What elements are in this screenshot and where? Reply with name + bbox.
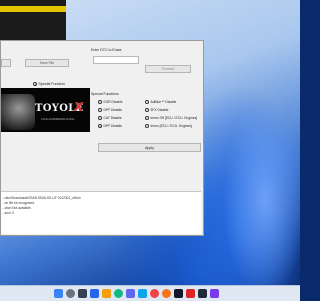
left-panel: Save File Special Function TOYOLE X A FU…: [1, 41, 90, 189]
radio-indicator: [98, 108, 102, 112]
option-dpf-disable[interactable]: DPF Disable: [98, 108, 122, 112]
radio-indicator: [98, 124, 102, 128]
special-functions-label: Special Functions: [91, 92, 119, 96]
radio-indicator: [145, 108, 149, 112]
radio-indicator: [33, 82, 37, 86]
log-line: ...ultor\Downloads\SSAN 5SU6-KE-LIF 2012…: [2, 196, 81, 200]
radio-indicator: [98, 100, 102, 104]
log-line: ...ction Not available.: [2, 206, 32, 210]
banner-vehicle-image: [1, 94, 35, 130]
option-immo[interactable]: Immo [ECU / ECU. Engines]: [145, 124, 192, 128]
radio-indicator: [145, 124, 149, 128]
background-window[interactable]: [0, 0, 66, 45]
brand-banner: TOYOLE X A FULL EXPERIENCE IN DIAG: [1, 88, 90, 132]
task-view-icon[interactable]: [78, 289, 87, 298]
chrome-icon[interactable]: [150, 289, 159, 298]
store-icon[interactable]: [126, 289, 135, 298]
proceed-button[interactable]: Proceed: [145, 65, 191, 73]
option-cat-disable[interactable]: CAT Disable: [98, 116, 122, 120]
mail-icon[interactable]: [138, 289, 147, 298]
special-function-label: Special Function: [38, 82, 66, 86]
radio-indicator: [145, 100, 149, 104]
search-icon[interactable]: [66, 289, 75, 298]
save-file-button[interactable]: Save File: [25, 59, 69, 67]
firefox-icon[interactable]: [162, 289, 171, 298]
option-label: DPF Disable: [103, 108, 123, 112]
radio-indicator: [145, 116, 149, 120]
option-dpf-disable-selected[interactable]: DPF Disable: [98, 124, 122, 128]
option-label: Immo Off [ECU / ECU. Engines]: [150, 116, 198, 120]
app-icon-3[interactable]: [198, 289, 207, 298]
option-adblue-disable[interactable]: AdBlue™ Disable: [145, 100, 176, 104]
window-accent-bar: [0, 6, 66, 12]
option-label: EGR Disable: [103, 100, 123, 104]
option-label: DPF Disable: [103, 124, 123, 128]
edge-icon[interactable]: [114, 289, 123, 298]
tuning-app-window[interactable]: Save File Special Function TOYOLE X A FU…: [0, 40, 204, 236]
dtc-group-label: Enter DTC to Erase: [91, 48, 122, 52]
app-icon-2[interactable]: [186, 289, 195, 298]
option-immo-off[interactable]: Immo Off [ECU / ECU. Engines]: [145, 116, 197, 120]
widgets-icon[interactable]: [90, 289, 99, 298]
file-explorer-icon[interactable]: [102, 289, 111, 298]
app-icon[interactable]: [174, 289, 183, 298]
option-label: Immo [ECU / ECU. Engines]: [150, 124, 192, 128]
start-icon[interactable]: [54, 289, 63, 298]
brand-logo-mark: X: [74, 100, 84, 114]
log-line: ...on file be recognized.: [2, 201, 35, 205]
log-output[interactable]: ...ultor\Downloads\SSAN 5SU6-KE-LIF 2012…: [1, 191, 201, 234]
log-line: ...sion: 0: [2, 211, 15, 215]
dtc-input[interactable]: [93, 56, 139, 64]
option-label: 3FX Disable: [150, 108, 169, 112]
right-panel: Enter DTC to Erase Proceed Special Funct…: [90, 41, 203, 189]
brand-tagline: A FULL EXPERIENCE IN DIAG: [41, 118, 75, 121]
apply-button[interactable]: Apply: [98, 143, 201, 152]
option-label: AdBlue™ Disable: [150, 100, 177, 104]
radio-indicator: [98, 116, 102, 120]
taskbar: [0, 285, 300, 301]
option-label: CAT Disable: [103, 116, 122, 120]
option-egr-disable[interactable]: EGR Disable: [98, 100, 123, 104]
special-function-radio[interactable]: Special Function: [33, 82, 65, 86]
app-icon-4[interactable]: [210, 289, 219, 298]
option-3fx-disable[interactable]: 3FX Disable: [145, 108, 168, 112]
open-file-button[interactable]: [1, 59, 11, 67]
